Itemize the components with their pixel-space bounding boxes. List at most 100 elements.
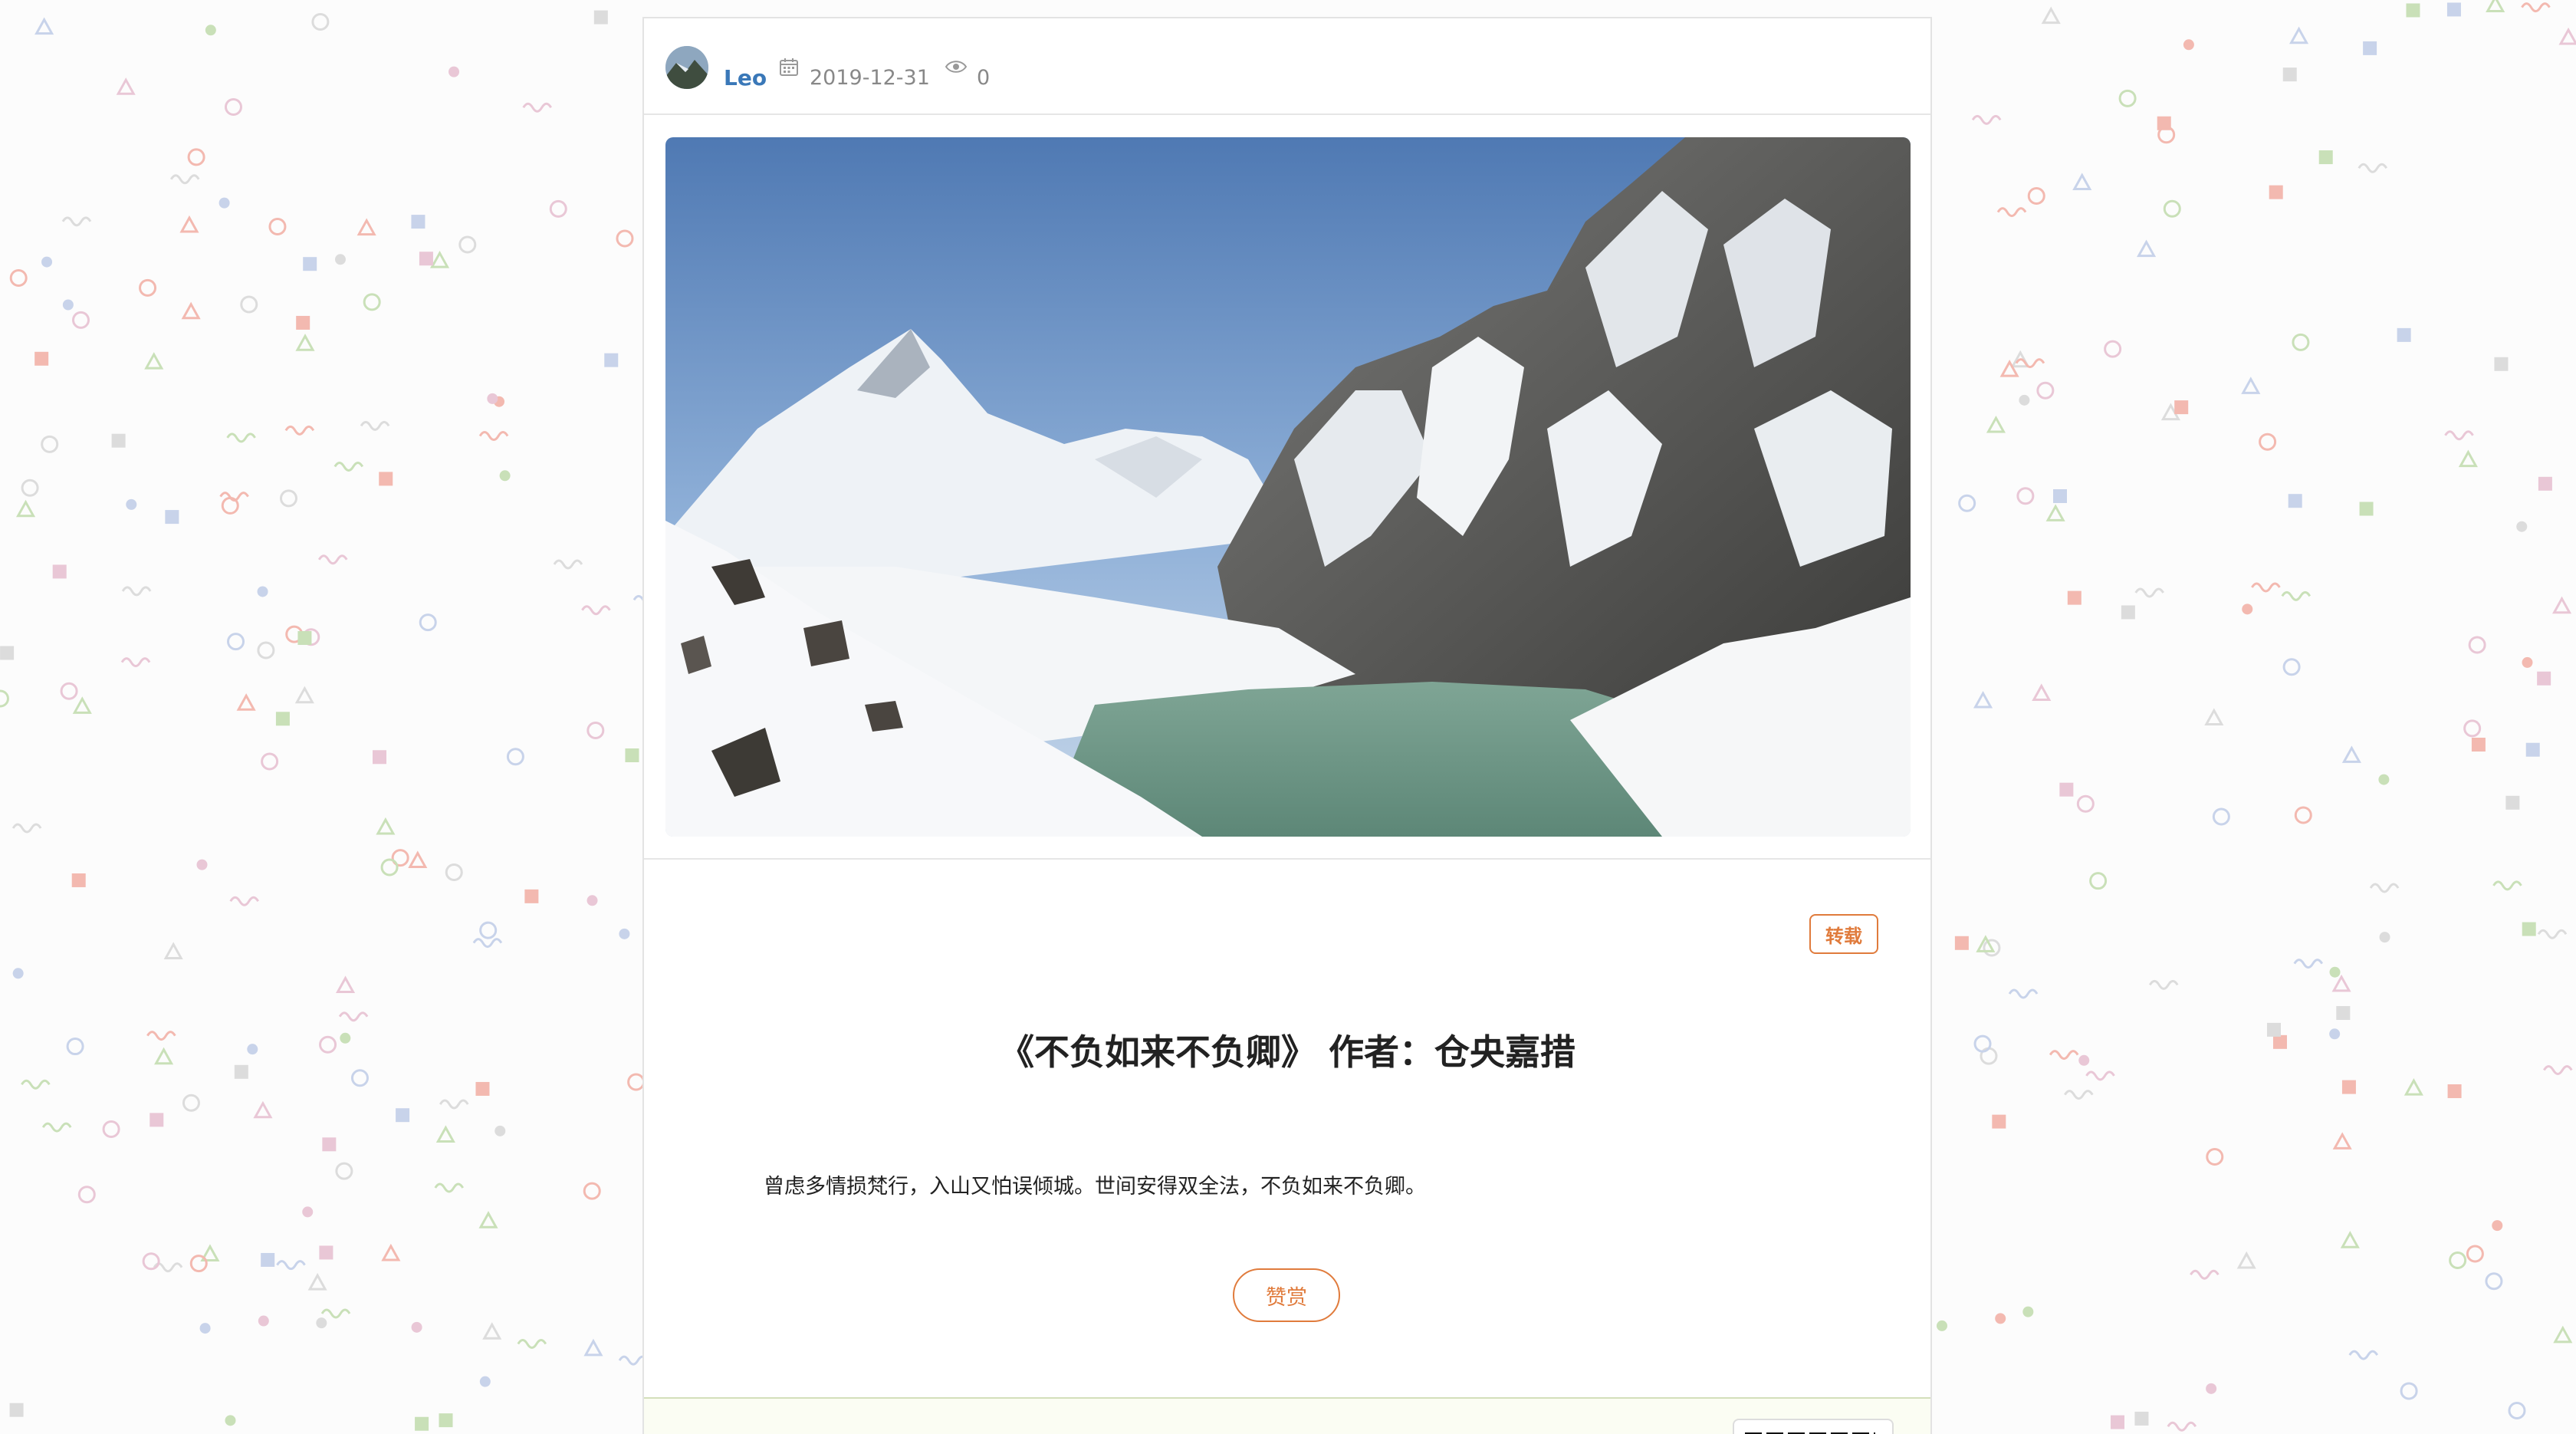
- background-shape: [2078, 1054, 2090, 1066]
- background-shape: [458, 235, 477, 254]
- repost-badge: 转载: [1809, 914, 1878, 954]
- background-shape: [2406, 3, 2420, 18]
- background-shape: [2032, 683, 2052, 702]
- background-shape: [2400, 1382, 2418, 1400]
- background-shape: [2379, 932, 2390, 943]
- background-shape: [472, 938, 503, 949]
- background-shape: [506, 748, 524, 766]
- background-shape: [2134, 1411, 2149, 1426]
- background-shape: [549, 199, 567, 218]
- background-shape: [319, 1035, 337, 1054]
- background-shape: [2458, 449, 2478, 468]
- background-shape: [356, 218, 376, 236]
- background-shape: [77, 1186, 96, 1204]
- background-shape: [41, 1122, 72, 1133]
- background-shape: [524, 889, 539, 903]
- background-shape: [479, 921, 498, 939]
- background-shape: [307, 1273, 327, 1291]
- background-shape: [619, 928, 630, 939]
- background-shape: [2041, 6, 2061, 25]
- background-shape: [445, 863, 463, 881]
- background-shape: [261, 752, 279, 771]
- background-shape: [1936, 1320, 1947, 1331]
- background-shape: [381, 1243, 401, 1261]
- background-shape: [41, 256, 53, 268]
- background-shape: [2008, 988, 2039, 999]
- background-shape: [121, 586, 152, 597]
- background-shape: [2358, 163, 2388, 173]
- background-shape: [2332, 1132, 2352, 1150]
- background-shape: [2485, 1272, 2503, 1291]
- author-avatar[interactable]: [665, 46, 708, 89]
- background-shape: [583, 1338, 603, 1357]
- background-shape: [1971, 114, 2002, 125]
- background-shape: [2019, 394, 2030, 406]
- background-shape: [2292, 333, 2310, 351]
- background-shape: [219, 197, 230, 209]
- background-shape: [2471, 738, 2486, 752]
- background-shape: [586, 722, 605, 740]
- background-shape: [34, 17, 54, 35]
- background-shape: [1986, 415, 2006, 433]
- background-shape: [2486, 0, 2505, 13]
- background-shape: [205, 25, 216, 36]
- background-shape: [499, 470, 511, 482]
- background-shape: [2137, 239, 2157, 258]
- background-shape: [2336, 1005, 2351, 1020]
- background-shape: [2157, 116, 2171, 130]
- background-shape: [261, 1252, 275, 1267]
- background-shape: [12, 968, 24, 979]
- background-shape: [2134, 587, 2164, 598]
- post-body: 曾虑多情损梵行，入山又怕误倾城。世间安得双全法，不负如来不负卿。: [764, 1175, 1426, 1199]
- background-shape: [21, 1079, 51, 1090]
- background-shape: [553, 559, 583, 570]
- background-shape: [2543, 1064, 2573, 1075]
- background-shape: [34, 351, 49, 366]
- background-shape: [226, 433, 256, 443]
- background-shape: [2242, 604, 2253, 615]
- background-shape: [478, 1211, 498, 1228]
- background-shape: [581, 605, 611, 616]
- background-shape: [2525, 742, 2540, 757]
- background-shape: [21, 479, 39, 497]
- background-shape: [247, 1044, 258, 1055]
- background-shape: [625, 748, 639, 762]
- background-shape: [435, 1125, 455, 1143]
- background-shape: [227, 633, 245, 651]
- background-shape: [360, 420, 390, 431]
- background-shape: [52, 564, 67, 579]
- background-shape: [439, 1099, 469, 1110]
- background-shape: [2212, 807, 2230, 826]
- background-shape: [199, 1323, 211, 1334]
- background-shape: [522, 102, 553, 113]
- background-shape: [2067, 590, 2082, 605]
- background-shape: [2363, 41, 2377, 55]
- author-name[interactable]: Leo: [724, 67, 767, 89]
- background-shape: [2027, 187, 2045, 206]
- background-shape: [142, 1252, 160, 1271]
- background-shape: [257, 641, 275, 659]
- background-shape: [2036, 381, 2055, 400]
- background-shape: [253, 1100, 273, 1119]
- background-shape: [334, 461, 364, 472]
- background-shape: [71, 311, 90, 329]
- background-shape: [2522, 922, 2536, 936]
- background-shape: [429, 250, 450, 268]
- background-shape: [350, 1069, 369, 1087]
- background-shape: [1958, 494, 1976, 512]
- background-shape: [224, 97, 242, 116]
- background-shape: [2329, 966, 2341, 978]
- background-shape: [2537, 671, 2551, 686]
- background-shape: [2072, 173, 2092, 191]
- background-shape: [2494, 357, 2509, 371]
- background-shape: [434, 1182, 465, 1193]
- background-shape: [2148, 979, 2179, 990]
- background-shape: [296, 315, 310, 330]
- background-shape: [187, 148, 205, 166]
- background-shape: [475, 1081, 490, 1096]
- background-shape: [2466, 1245, 2484, 1263]
- reward-button[interactable]: 赞赏: [1233, 1268, 1340, 1322]
- background-shape: [415, 1416, 429, 1431]
- background-shape: [396, 1108, 410, 1123]
- background-shape: [604, 353, 619, 367]
